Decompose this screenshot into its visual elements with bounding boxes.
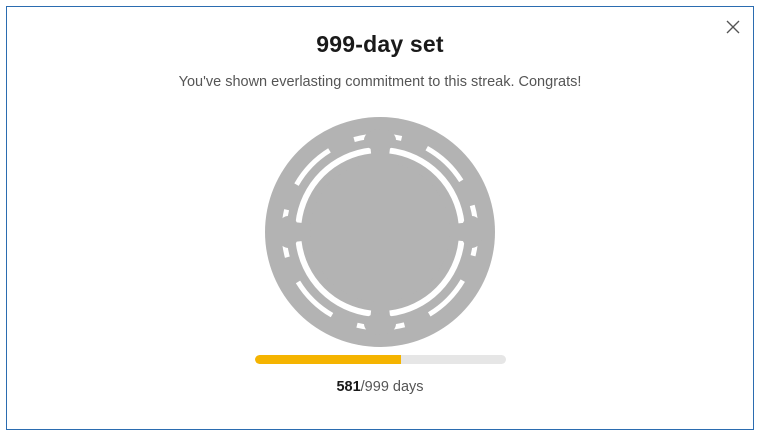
- progress-current: 581: [336, 379, 361, 395]
- progress-bar: [255, 355, 506, 364]
- progress-fill: [255, 355, 401, 364]
- dialog-title: 999-day set: [316, 31, 444, 57]
- streak-dialog: 999-day set You've shown everlasting com…: [6, 6, 754, 430]
- locked-streak-badge-icon: [265, 117, 495, 347]
- progress-label: 581/999 days: [7, 379, 753, 395]
- dialog-subtitle: You've shown everlasting commitment to t…: [178, 74, 582, 90]
- progress-total: /999 days: [360, 379, 424, 395]
